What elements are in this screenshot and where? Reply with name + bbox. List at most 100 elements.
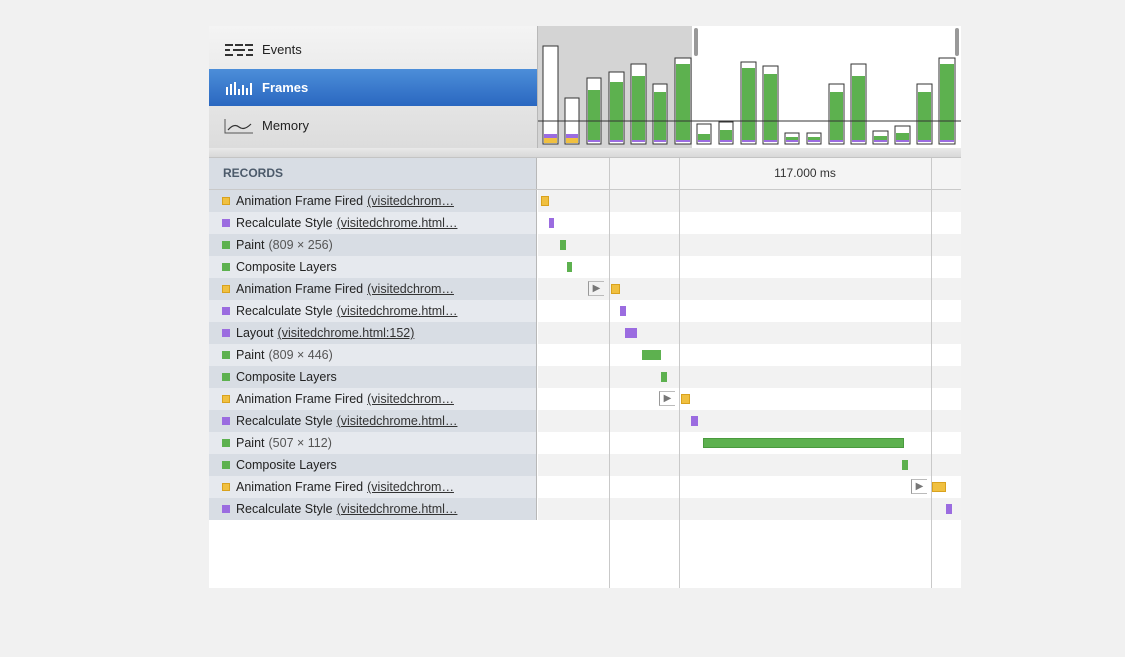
record-title: Composite Layers [236, 458, 337, 472]
record-title: Animation Frame Fired [236, 282, 364, 296]
frame-bar-painting [654, 92, 666, 140]
frame-bar-rendering [544, 134, 557, 138]
record-row[interactable]: Recalculate Style (visitedchrome.html… [209, 212, 961, 234]
expand-arrow-icon[interactable]: ▶ [588, 281, 604, 296]
record-source-link[interactable]: (visitedchrom… [367, 282, 454, 296]
record-row[interactable]: Animation Frame Fired (visitedchrom… ▶ [209, 278, 961, 300]
record-title: Animation Frame Fired [236, 194, 364, 208]
record-source-link[interactable]: (visitedchrome.html… [337, 414, 458, 428]
frame-bar-rendering [698, 140, 710, 142]
record-source-link[interactable]: (visitedchrome.html… [337, 216, 458, 230]
record-name: Paint (507 × 112) [209, 432, 537, 454]
nav-item-events[interactable]: Events [209, 31, 537, 68]
rendering-category-icon [222, 219, 230, 227]
expand-arrow-icon[interactable]: ▶ [911, 479, 927, 494]
records-list: Animation Frame Fired (visitedchrom… Rec… [209, 190, 961, 520]
record-source-link[interactable]: (visitedchrome.html… [337, 502, 458, 516]
frame-bar-painting [588, 90, 600, 140]
grid-line [609, 158, 610, 588]
record-row[interactable]: Composite Layers [209, 366, 961, 388]
frame-bar-rendering [742, 140, 755, 142]
frame-bar-rendering [720, 140, 732, 142]
record-track [538, 322, 961, 344]
frame-bar[interactable] [542, 45, 559, 145]
record-title: Recalculate Style [236, 414, 333, 428]
records-title: RECORDS [209, 158, 537, 189]
frame-bar-rendering [764, 140, 777, 142]
record-detail: (809 × 446) [268, 348, 333, 362]
record-name: Composite Layers [209, 454, 537, 476]
frame-bar-rendering [610, 140, 623, 142]
time-label: 117.000 ms [774, 166, 836, 180]
record-bar [661, 372, 667, 382]
record-name: Recalculate Style (visitedchrome.html… [209, 212, 537, 234]
scripting-category-icon [222, 483, 230, 491]
record-title: Recalculate Style [236, 502, 333, 516]
record-bar [946, 504, 952, 514]
record-bar [625, 328, 637, 338]
rendering-category-icon [222, 307, 230, 315]
record-row[interactable]: Composite Layers [209, 454, 961, 476]
record-row[interactable]: Animation Frame Fired (visitedchrom… ▶ [209, 476, 961, 498]
frame-bar-rendering [830, 140, 843, 142]
record-row[interactable]: Composite Layers [209, 256, 961, 278]
record-track: ▶ [538, 278, 961, 300]
selection-handle-right[interactable] [955, 28, 959, 56]
painting-category-icon [222, 439, 230, 447]
record-row[interactable]: Animation Frame Fired (visitedchrom… [209, 190, 961, 212]
nav-item-frames[interactable]: Frames [209, 69, 537, 106]
record-name: Composite Layers [209, 366, 537, 388]
frame-bar-rendering [874, 140, 887, 142]
record-source-link[interactable]: (visitedchrome.html… [337, 304, 458, 318]
record-title: Composite Layers [236, 370, 337, 384]
record-source-link[interactable]: (visitedchrom… [367, 480, 454, 494]
record-row[interactable]: Recalculate Style (visitedchrome.html… [209, 498, 961, 520]
record-row[interactable]: Paint (809 × 446) [209, 344, 961, 366]
record-track [538, 366, 961, 388]
record-source-link[interactable]: (visitedchrome.html:152) [278, 326, 415, 340]
record-row[interactable]: Recalculate Style (visitedchrome.html… [209, 410, 961, 432]
nav-item-memory[interactable]: Memory [209, 107, 537, 144]
record-track [538, 432, 961, 454]
expand-arrow-icon[interactable]: ▶ [659, 391, 675, 406]
record-bar [541, 196, 549, 206]
memory-icon [224, 118, 254, 134]
grid-line [931, 158, 932, 588]
frame-bar-rendering [896, 140, 909, 142]
record-bar [620, 306, 626, 316]
painting-category-icon [222, 263, 230, 271]
record-row[interactable]: Paint (809 × 256) [209, 234, 961, 256]
frame-bar-painting [940, 64, 954, 140]
events-icon [224, 42, 254, 58]
record-name: Layout (visitedchrome.html:152) [209, 322, 537, 344]
record-track [538, 234, 961, 256]
frames-overview[interactable] [538, 26, 961, 148]
record-track [538, 256, 961, 278]
frame-bar-rendering [676, 140, 690, 142]
nav-item-label: Memory [262, 118, 309, 133]
record-bar [560, 240, 566, 250]
record-bar [703, 438, 904, 448]
frame-bar-scripting [566, 138, 578, 143]
record-name: Recalculate Style (visitedchrome.html… [209, 498, 537, 520]
records-header: RECORDS 117.000 ms [209, 158, 961, 190]
record-row[interactable]: Animation Frame Fired (visitedchrom… ▶ [209, 388, 961, 410]
record-bar [549, 218, 554, 228]
record-row[interactable]: Recalculate Style (visitedchrome.html… [209, 300, 961, 322]
rendering-category-icon [222, 417, 230, 425]
scripting-category-icon [222, 285, 230, 293]
record-bar [681, 394, 690, 404]
overview-splitter[interactable] [209, 148, 961, 158]
record-row[interactable]: Paint (507 × 112) [209, 432, 961, 454]
frames-icon [224, 80, 254, 96]
record-bar [611, 284, 620, 294]
record-source-link[interactable]: (visitedchrom… [367, 392, 454, 406]
record-track [538, 498, 961, 520]
record-row[interactable]: Layout (visitedchrome.html:152) [209, 322, 961, 344]
record-source-link[interactable]: (visitedchrom… [367, 194, 454, 208]
frame-bar-rendering [940, 140, 954, 142]
record-bar [567, 262, 572, 272]
record-title: Recalculate Style [236, 304, 333, 318]
selection-handle-left[interactable] [694, 28, 698, 56]
painting-category-icon [222, 351, 230, 359]
